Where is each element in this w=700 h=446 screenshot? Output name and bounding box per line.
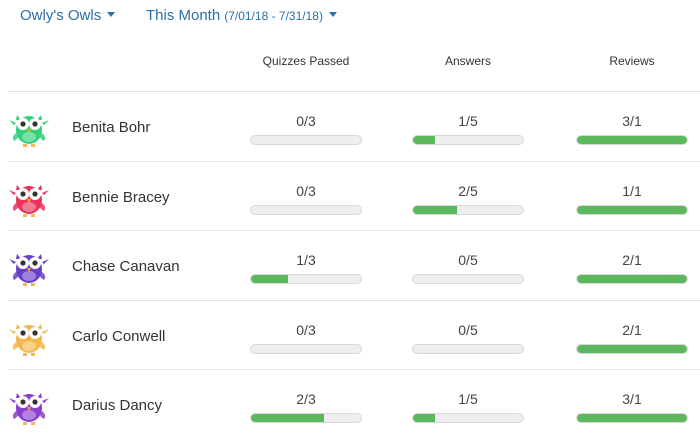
quizzes-progress-fill bbox=[251, 414, 325, 422]
owl-red-icon bbox=[8, 177, 50, 217]
table-row: Darius Dancy 2/3 1/5 3/1 bbox=[8, 369, 700, 439]
table-row: Chase Canavan 1/3 0/5 2/1 bbox=[8, 230, 700, 300]
answers-progress-fill bbox=[413, 205, 457, 214]
reviews-progress-bar bbox=[576, 274, 688, 284]
answers-value: 0/5 bbox=[458, 321, 478, 338]
quizzes-cell: 2/3 bbox=[250, 390, 362, 423]
quizzes-cell: 0/3 bbox=[250, 112, 362, 145]
answers-progress-bar bbox=[412, 274, 524, 284]
reviews-cell: 1/1 bbox=[576, 182, 688, 215]
reviews-progress-fill bbox=[577, 344, 687, 353]
table-row: Benita Bohr 0/3 1/5 3/1 bbox=[8, 91, 700, 161]
answers-progress-bar bbox=[412, 413, 524, 423]
reviews-progress-bar bbox=[576, 343, 688, 354]
chevron-down-icon bbox=[328, 12, 337, 17]
reviews-cell: 3/1 bbox=[576, 390, 688, 423]
owl-orange-icon bbox=[8, 316, 50, 356]
owl-violet-icon bbox=[8, 385, 50, 425]
reviews-progress-bar bbox=[576, 413, 688, 423]
answers-progress-fill bbox=[413, 414, 435, 422]
answers-value: 1/5 bbox=[458, 391, 478, 407]
table-row: Bennie Bracey 0/3 2/5 1/1 bbox=[8, 160, 700, 231]
quizzes-cell: 0/3 bbox=[250, 182, 362, 215]
answers-value: 0/5 bbox=[458, 252, 478, 268]
student-name[interactable]: Benita Bohr bbox=[72, 119, 150, 136]
reviews-value: 2/1 bbox=[622, 321, 642, 338]
quizzes-progress-bar bbox=[250, 343, 362, 354]
answers-progress-fill bbox=[413, 136, 435, 144]
answers-progress-bar bbox=[412, 204, 524, 215]
quizzes-progress-bar bbox=[250, 204, 362, 215]
answers-cell: 1/5 bbox=[412, 390, 524, 423]
quizzes-cell: 0/3 bbox=[250, 321, 362, 354]
reviews-progress-fill bbox=[577, 136, 687, 144]
reviews-cell: 3/1 bbox=[576, 112, 688, 145]
answers-cell: 0/5 bbox=[412, 321, 524, 354]
answers-cell: 2/5 bbox=[412, 182, 524, 215]
quizzes-cell: 1/3 bbox=[250, 251, 362, 284]
answers-value: 2/5 bbox=[458, 182, 478, 199]
student-name[interactable]: Darius Dancy bbox=[72, 397, 162, 414]
column-header-answers: Answers bbox=[444, 54, 491, 68]
answers-progress-bar bbox=[412, 343, 524, 354]
answers-cell: 1/5 bbox=[412, 112, 524, 145]
student-name[interactable]: Bennie Bracey bbox=[72, 189, 170, 206]
period-range: (7/01/18 - 7/31/18) bbox=[224, 9, 323, 23]
reviews-cell: 2/1 bbox=[576, 251, 688, 284]
student-name[interactable]: Carlo Conwell bbox=[72, 328, 165, 345]
quizzes-value: 0/3 bbox=[296, 321, 316, 338]
quizzes-progress-fill bbox=[251, 275, 288, 283]
column-header-reviews: Reviews bbox=[609, 54, 655, 68]
period-selector[interactable]: This Month (7/01/18 - 7/31/18) bbox=[146, 7, 337, 24]
chevron-down-icon bbox=[107, 12, 116, 17]
reviews-cell: 2/1 bbox=[576, 321, 688, 354]
quizzes-progress-bar bbox=[250, 135, 362, 145]
class-name: Owly's Owls bbox=[20, 7, 102, 24]
reviews-progress-fill bbox=[577, 205, 687, 214]
answers-cell: 0/5 bbox=[412, 251, 524, 284]
quizzes-value: 2/3 bbox=[296, 391, 316, 407]
quizzes-progress-bar bbox=[250, 413, 362, 423]
reviews-progress-bar bbox=[576, 135, 688, 145]
answers-value: 1/5 bbox=[458, 113, 478, 129]
column-header-quizzes: Quizzes Passed bbox=[262, 54, 350, 68]
quizzes-value: 0/3 bbox=[296, 113, 316, 129]
reviews-value: 3/1 bbox=[622, 391, 642, 407]
reviews-value: 1/1 bbox=[622, 182, 642, 199]
reviews-progress-bar bbox=[576, 204, 688, 215]
quizzes-progress-bar bbox=[250, 274, 362, 284]
quizzes-value: 0/3 bbox=[296, 182, 316, 199]
owl-green-icon bbox=[8, 107, 50, 147]
reviews-progress-fill bbox=[577, 275, 687, 283]
reviews-value: 2/1 bbox=[622, 252, 642, 268]
reviews-value: 3/1 bbox=[622, 113, 642, 129]
table-row: Carlo Conwell 0/3 0/5 2/1 bbox=[8, 299, 700, 370]
period-label: This Month bbox=[146, 7, 221, 24]
top-bar: Owly's Owls This Month (7/01/18 - 7/31/1… bbox=[0, 0, 700, 36]
quizzes-value: 1/3 bbox=[296, 252, 316, 268]
owl-purple-icon bbox=[8, 246, 50, 286]
student-name[interactable]: Chase Canavan bbox=[72, 258, 180, 275]
reviews-progress-fill bbox=[577, 414, 687, 422]
answers-progress-bar bbox=[412, 135, 524, 145]
class-selector[interactable]: Owly's Owls bbox=[20, 7, 116, 24]
